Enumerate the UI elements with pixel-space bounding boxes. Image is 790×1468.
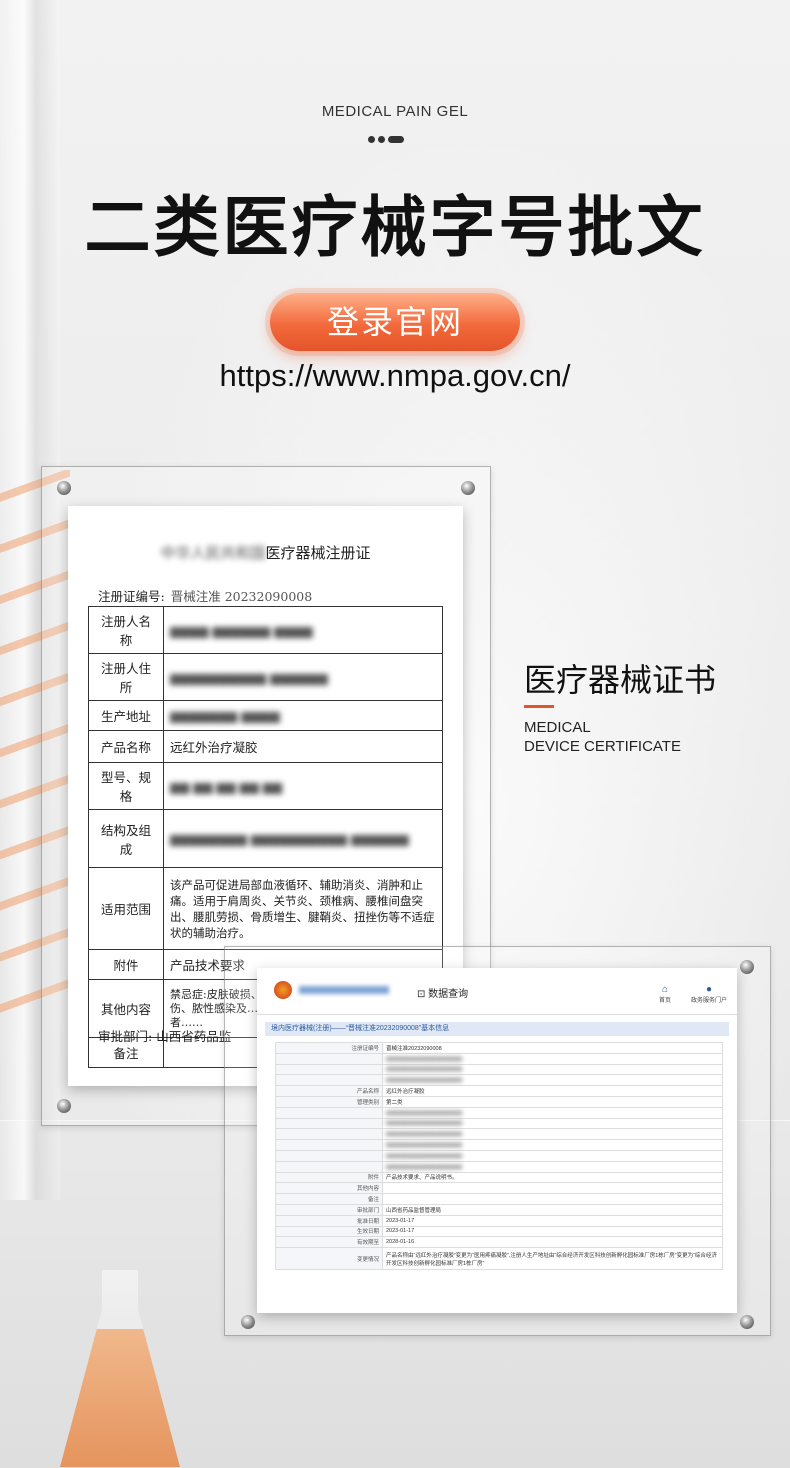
certificate-title-blurred: 中华人民共和国: [160, 544, 266, 562]
table-row: ▆▆▆▆▆▆▆▆▆▆▆▆▆▆▆▆▆▆: [275, 1160, 723, 1173]
side-caption-en: MEDICAL DEVICE CERTIFICATE: [524, 719, 681, 755]
nav-home[interactable]: ⌂ 首页: [659, 984, 671, 1004]
side-caption-cn: 医疗器械证书: [524, 662, 717, 698]
kicker-text: MEDICAL PAIN GEL: [321, 103, 469, 120]
home-icon: ⌂: [661, 984, 669, 995]
table-row: 生效日期 2023-01-17: [275, 1225, 723, 1238]
table-row: ▆▆▆▆▆▆▆▆▆▆▆▆▆▆▆▆▆▆: [275, 1106, 723, 1119]
table-row: 适用范围 该产品可促进局部血液循环、辅助消炎、消肿和止痛。适用于肩周炎、关节炎、颈…: [88, 867, 443, 950]
table-row: 产品名称 远红外治疗凝胶: [88, 730, 443, 763]
table-row: 产品名称 远红外治疗凝胶: [275, 1085, 723, 1097]
screw-icon: [740, 1315, 754, 1329]
nav-user-portal[interactable]: ● 政务服务门户: [691, 984, 727, 1004]
screw-icon: [241, 1315, 255, 1329]
certificate-title: 中华人民共和国医疗器械注册证: [160, 544, 371, 562]
table-row: 备注: [275, 1193, 723, 1205]
login-official-site-button[interactable]: 登录官网: [270, 293, 520, 351]
table-row: 批准日期 2023-01-17: [275, 1214, 723, 1227]
screw-icon: [740, 960, 754, 974]
table-row: ▆▆▆▆▆▆▆▆▆▆▆▆▆▆▆▆▆▆: [275, 1117, 723, 1130]
official-url-link[interactable]: https://www.nmpa.gov.cn/: [0, 358, 790, 394]
table-row: 生产地址 ▆▆▆▆▆▆▆ ▆▆▆▆: [88, 700, 443, 731]
table-row: 审批部门 山西省药品监督管理局: [275, 1203, 723, 1216]
website-detail-table: 注册证编号 晋械注准20232090008 ▆▆▆▆▆▆▆▆▆▆▆▆▆▆▆▆▆▆ ▆▆…: [275, 1042, 723, 1271]
table-row: 型号、规格 ▆▆ ▆▆ ▆▆ ▆▆ ▆▆: [88, 762, 443, 810]
table-row: ▆▆▆▆▆▆▆▆▆▆▆▆▆▆▆▆▆▆: [275, 1149, 723, 1162]
dots-icon: [368, 136, 428, 144]
screw-icon: [461, 481, 475, 495]
table-row: 管理类别 第二类: [275, 1095, 723, 1108]
table-row: 变更情况 产品名称由“远红外治疗凝胶”变更为“医用疼痛凝胶”,注册人生产地址由“综…: [275, 1247, 723, 1271]
breadcrumb: 境内医疗器械(注册)——“晋械注准20232090008”基本信息: [265, 1022, 729, 1036]
registration-number: 注册证编号: 晋械注准 20232090008: [98, 589, 313, 604]
table-row: 有效期至 2028-01-16: [275, 1236, 723, 1249]
table-row: 结构及组成 ▆▆▆▆▆▆▆▆ ▆▆▆▆▆▆▆▆▆▆ ▆▆▆▆▆▆: [88, 809, 443, 868]
table-row: ▆▆▆▆▆▆▆▆▆▆▆▆▆▆▆▆▆▆: [275, 1052, 723, 1065]
table-row: ▆▆▆▆▆▆▆▆▆▆▆▆▆▆▆▆▆▆: [275, 1074, 723, 1087]
scope-value: 该产品可促进局部血液循环、辅助消炎、消肿和止痛。适用于肩周炎、关节炎、颈椎病、腰…: [163, 867, 443, 950]
nmpa-website-screenshot: ⊡ 数据查询 ⌂ 首页 ● 政务服务门户 境内医疗器械(注册)——“晋械注准2023…: [257, 968, 737, 1313]
table-row: ▆▆▆▆▆▆▆▆▆▆▆▆▆▆▆▆▆▆: [275, 1139, 723, 1151]
data-query-link[interactable]: ⊡ 数据查询: [417, 985, 468, 1000]
website-brand: [299, 986, 389, 994]
table-row: 注册人住所 ▆▆▆▆▆▆▆▆▆▆ ▆▆▆▆▆▆: [88, 653, 443, 701]
table-row: 附件 产品技术要求、产品说明书。: [275, 1171, 723, 1184]
accent-divider: [524, 705, 554, 708]
table-row: 注册人名称 ▆▆▆▆ ▆▆▆▆▆▆ ▆▆▆▆: [88, 606, 443, 654]
screw-icon: [57, 481, 71, 495]
approval-department: 审批部门: 山西省药品监: [98, 1029, 232, 1044]
website-header: ⊡ 数据查询 ⌂ 首页 ● 政务服务门户: [257, 968, 737, 1015]
product-name-value: 远红外治疗凝胶: [163, 730, 443, 763]
table-row: ▆▆▆▆▆▆▆▆▆▆▆▆▆▆▆▆▆▆: [275, 1128, 723, 1141]
emblem-icon: [274, 981, 292, 999]
table-row: 其他内容: [275, 1182, 723, 1195]
user-icon: ●: [705, 984, 713, 995]
screw-icon: [57, 1099, 71, 1113]
page-title: 二类医疗械字号批文: [84, 190, 706, 264]
table-row: ▆▆▆▆▆▆▆▆▆▆▆▆▆▆▆▆▆▆: [275, 1063, 723, 1076]
table-row: 注册证编号 晋械注准20232090008: [275, 1042, 723, 1054]
